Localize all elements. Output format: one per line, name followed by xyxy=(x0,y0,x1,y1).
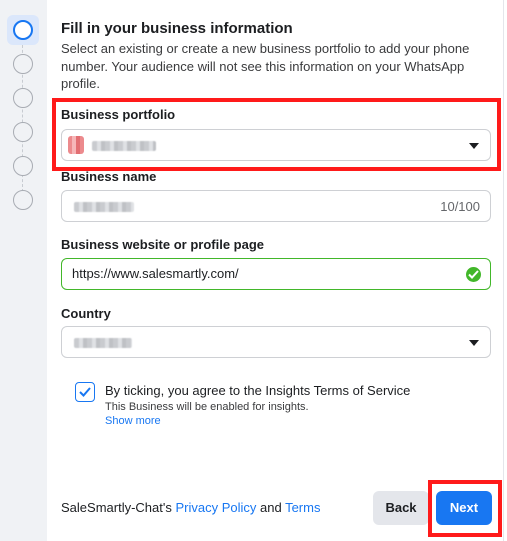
business-name-value-redacted xyxy=(74,202,134,212)
terms-text: By ticking, you agree to the Insights Te… xyxy=(105,383,411,398)
privacy-policy-link[interactable]: Privacy Policy xyxy=(175,500,256,515)
country-value-redacted xyxy=(74,338,132,348)
business-name-label: Business name xyxy=(61,169,157,184)
highlight-next-button xyxy=(428,480,502,537)
country-label: Country xyxy=(61,306,111,321)
check-circle-icon xyxy=(466,267,481,282)
character-counter: 10/100 xyxy=(440,199,480,214)
step-4-icon xyxy=(13,122,33,142)
business-name-input[interactable]: 10/100 xyxy=(61,190,491,222)
step-3-icon xyxy=(13,88,33,108)
country-select[interactable] xyxy=(61,326,491,358)
panel-border xyxy=(503,0,504,541)
form-title: Fill in your business information xyxy=(61,20,293,37)
website-label: Business website or profile page xyxy=(61,237,264,252)
terms-subtext: This Business will be enabled for insigh… xyxy=(105,401,309,413)
website-value: https://www.salesmartly.com/ xyxy=(72,266,239,281)
step-6-icon xyxy=(13,190,33,210)
step-1-icon[interactable] xyxy=(13,20,33,40)
show-more-link[interactable]: Show more xyxy=(105,415,161,427)
footer-and: and xyxy=(256,500,286,515)
highlight-business-portfolio xyxy=(52,98,501,171)
terms-link[interactable]: Terms xyxy=(285,500,320,515)
website-input[interactable]: https://www.salesmartly.com/ xyxy=(61,258,491,290)
back-button[interactable]: Back xyxy=(373,491,429,525)
step-rail xyxy=(0,0,47,541)
step-2-icon xyxy=(13,54,33,74)
form-description: Select an existing or create a new busin… xyxy=(61,41,470,91)
terms-checkbox[interactable] xyxy=(75,382,95,402)
step-5-icon xyxy=(13,156,33,176)
footer-policy-text: SaleSmartly-Chat's Privacy Policy and Te… xyxy=(61,500,320,515)
chevron-down-icon xyxy=(469,340,479,346)
footer-prefix: SaleSmartly-Chat's xyxy=(61,500,176,515)
